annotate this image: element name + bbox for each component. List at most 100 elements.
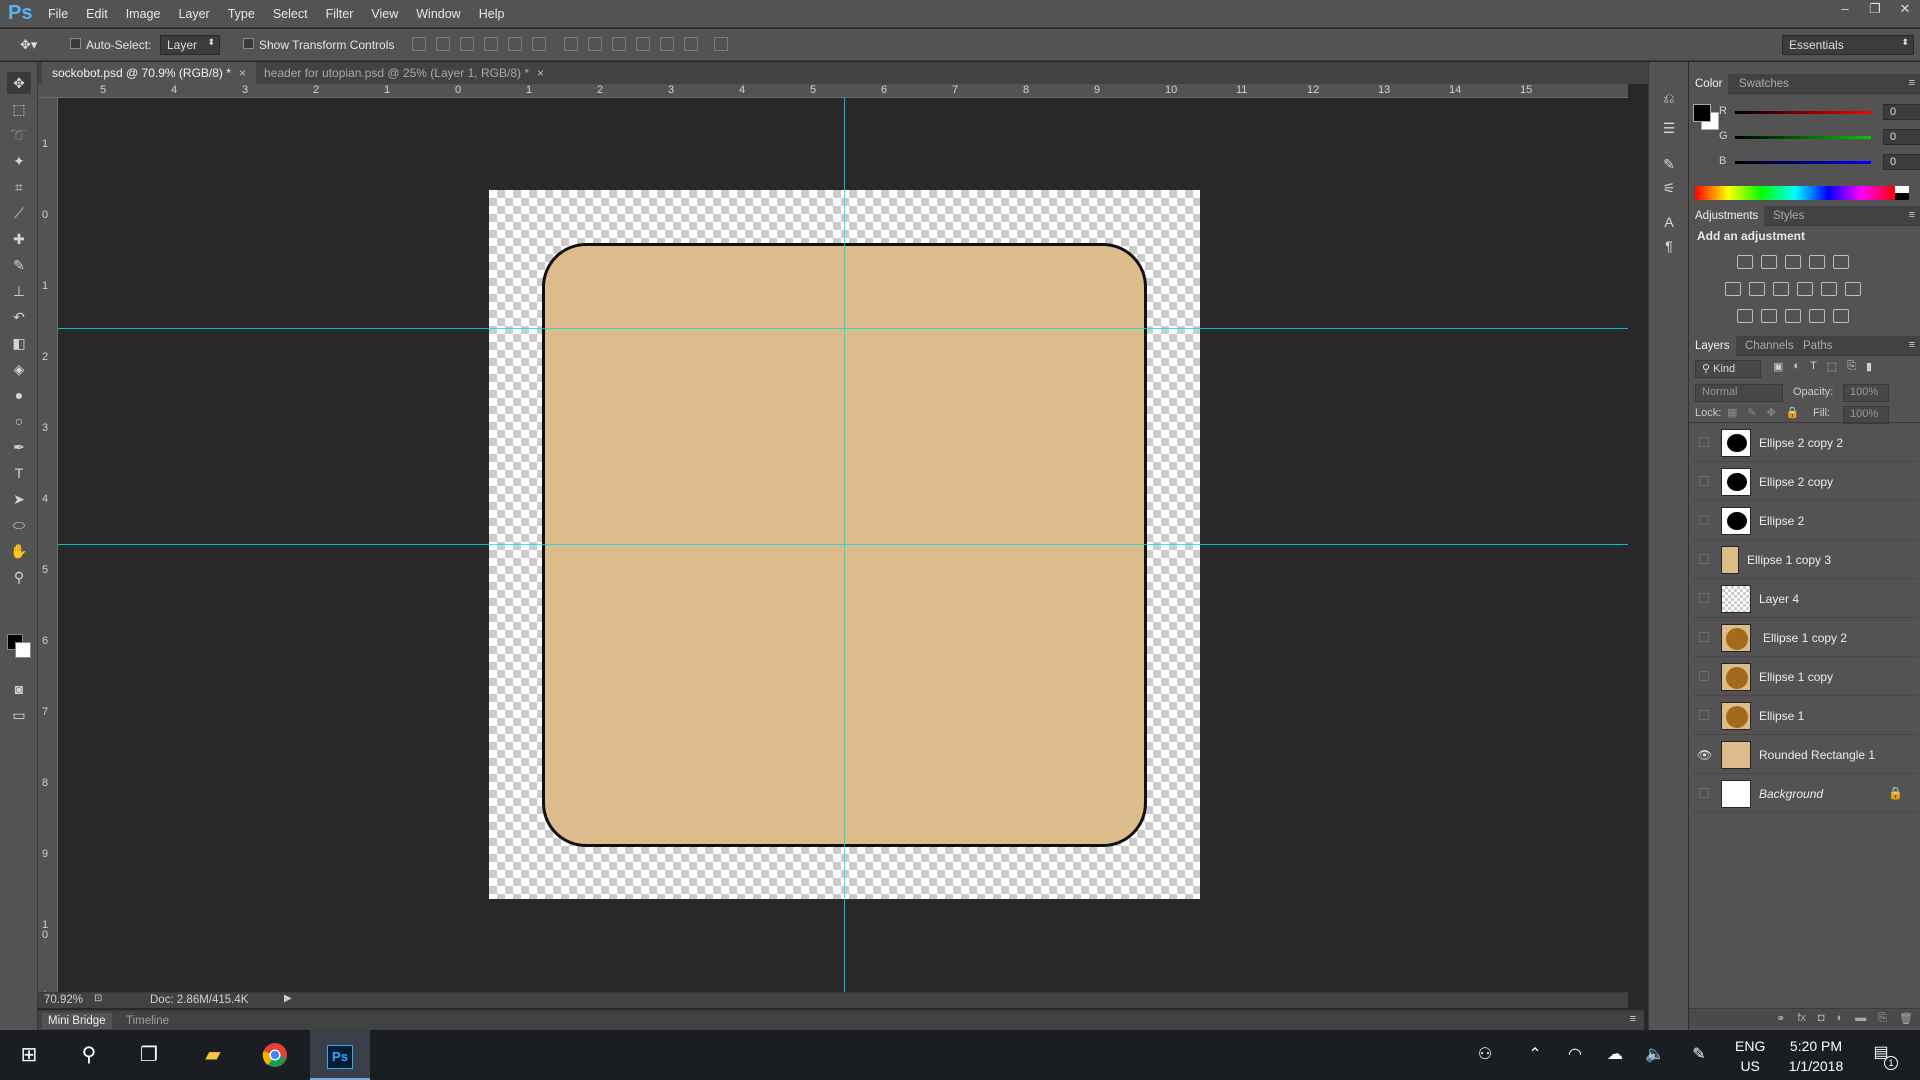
- tab-color[interactable]: Color: [1689, 74, 1729, 94]
- background-color-swatch[interactable]: [15, 642, 31, 658]
- layer-row[interactable]: Ellipse 1 copy 2: [1693, 619, 1917, 657]
- gradient-map-icon[interactable]: [1833, 309, 1849, 323]
- align-right-icon[interactable]: [532, 37, 546, 51]
- layer-row[interactable]: Layer 4: [1693, 580, 1917, 618]
- green-track[interactable]: [1735, 136, 1871, 139]
- ellipse-tool-icon[interactable]: ⬭: [7, 514, 31, 536]
- minimize-button[interactable]: –: [1830, 0, 1860, 18]
- smart-object-filter-icon[interactable]: ⎘: [1847, 360, 1856, 373]
- show-transform-checkbox[interactable]: [243, 38, 254, 52]
- move-tool-icon[interactable]: ✥: [7, 72, 31, 94]
- threshold-icon[interactable]: [1785, 309, 1801, 323]
- distribute-hcenter-icon[interactable]: [660, 37, 674, 51]
- healing-brush-tool-icon[interactable]: ✚: [7, 228, 31, 250]
- menu-type[interactable]: Type: [228, 7, 255, 21]
- align-left-icon[interactable]: [484, 37, 498, 51]
- distribute-vcenter-icon[interactable]: [588, 37, 602, 51]
- visibility-toggle[interactable]: [1699, 632, 1709, 642]
- color-balance-icon[interactable]: [1749, 282, 1765, 296]
- blur-tool-icon[interactable]: ●: [7, 384, 31, 406]
- quick-mask-icon[interactable]: ◙: [7, 678, 31, 700]
- posterize-icon[interactable]: [1761, 309, 1777, 323]
- menu-edit[interactable]: Edit: [86, 7, 108, 21]
- properties-panel-icon[interactable]: ☰: [1659, 118, 1679, 138]
- new-layer-icon[interactable]: ⎘: [1878, 1012, 1887, 1025]
- panel-menu-icon[interactable]: ≡: [1909, 209, 1915, 221]
- distribute-bottom-icon[interactable]: [612, 37, 626, 51]
- distribute-left-icon[interactable]: [636, 37, 650, 51]
- layer-row[interactable]: Ellipse 1: [1693, 697, 1917, 735]
- align-vcenter-icon[interactable]: [436, 37, 450, 51]
- system-clock[interactable]: 5:20 PM 1/1/2018: [1785, 1036, 1847, 1076]
- zoom-tool-icon[interactable]: ⚲: [7, 566, 31, 588]
- volume-icon[interactable]: 🔈: [1644, 1044, 1666, 1066]
- chrome-icon[interactable]: [246, 1030, 304, 1080]
- blend-mode-dropdown[interactable]: Normal: [1695, 384, 1783, 402]
- blue-value-field[interactable]: 0: [1883, 154, 1920, 170]
- menu-image[interactable]: Image: [126, 7, 161, 21]
- lasso-tool-icon[interactable]: ➰: [7, 124, 31, 146]
- layer-row[interactable]: Background 🔒: [1693, 775, 1917, 813]
- pen-workspace-icon[interactable]: ✎: [1688, 1044, 1710, 1066]
- eraser-tool-icon[interactable]: ◧: [7, 332, 31, 354]
- horizontal-guide[interactable]: [58, 544, 1628, 545]
- layer-row[interactable]: Ellipse 1 copy 3: [1693, 541, 1917, 579]
- align-hcenter-icon[interactable]: [508, 37, 522, 51]
- brush-presets-icon[interactable]: ⚟: [1659, 178, 1679, 198]
- pen-tool-icon[interactable]: ✒: [7, 436, 31, 458]
- path-selection-tool-icon[interactable]: ➤: [7, 488, 31, 510]
- menu-window[interactable]: Window: [416, 7, 460, 21]
- horizontal-ruler[interactable]: 6543210123456789101112131415: [38, 84, 1628, 98]
- auto-align-icon[interactable]: [714, 37, 728, 51]
- color-spectrum[interactable]: [1695, 186, 1895, 200]
- eye-icon[interactable]: 👁: [1697, 748, 1712, 762]
- black-white-icon[interactable]: [1773, 282, 1789, 296]
- task-view-icon[interactable]: ❐: [120, 1030, 178, 1080]
- auto-select-checkbox[interactable]: [70, 38, 81, 52]
- panel-menu-icon[interactable]: ≡: [1909, 77, 1915, 89]
- menu-help[interactable]: Help: [479, 7, 505, 21]
- layer-row[interactable]: 👁 Rounded Rectangle 1: [1693, 736, 1917, 774]
- tab-adjustments[interactable]: Adjustments: [1689, 206, 1765, 226]
- layer-row[interactable]: Ellipse 2 copy: [1693, 463, 1917, 501]
- restore-button[interactable]: ❐: [1860, 0, 1890, 18]
- file-explorer-icon[interactable]: ▰: [184, 1030, 242, 1080]
- visibility-toggle[interactable]: [1699, 515, 1709, 525]
- link-layers-icon[interactable]: ⚭: [1776, 1012, 1785, 1025]
- filter-toggle-icon[interactable]: ▮: [1866, 360, 1872, 373]
- levels-icon[interactable]: [1761, 255, 1777, 269]
- zoom-level[interactable]: 70.92%: [44, 994, 83, 1006]
- tab-sockobot[interactable]: sockobot.psd @ 70.9% (RGB/8) * ×: [42, 62, 256, 84]
- align-top-icon[interactable]: [412, 37, 426, 51]
- layer-row[interactable]: Ellipse 2 copy 2: [1693, 424, 1917, 462]
- distribute-top-icon[interactable]: [564, 37, 578, 51]
- visibility-toggle[interactable]: [1699, 476, 1709, 486]
- add-mask-icon[interactable]: ◘: [1818, 1012, 1825, 1025]
- visibility-toggle[interactable]: [1699, 788, 1709, 798]
- lock-pixels-icon[interactable]: ✎: [1747, 406, 1756, 419]
- tab-layers[interactable]: Layers: [1689, 336, 1736, 356]
- new-group-icon[interactable]: ▬: [1855, 1012, 1866, 1025]
- visibility-toggle[interactable]: [1699, 437, 1709, 447]
- menu-select[interactable]: Select: [273, 7, 308, 21]
- channel-mixer-icon[interactable]: [1821, 282, 1837, 296]
- play-arrow-icon[interactable]: ▶: [284, 993, 292, 1004]
- brush-panel-icon[interactable]: ✎: [1659, 154, 1679, 174]
- close-window-button[interactable]: ✕: [1890, 0, 1920, 18]
- hue-saturation-icon[interactable]: [1725, 282, 1741, 296]
- tab-channels[interactable]: Channels: [1739, 336, 1800, 356]
- type-filter-icon[interactable]: T: [1810, 360, 1817, 373]
- wifi-icon[interactable]: ◠: [1564, 1044, 1586, 1066]
- history-panel-icon[interactable]: ⎌: [1659, 88, 1679, 108]
- vertical-ruler[interactable]: 101234567891 01: [38, 98, 58, 994]
- menu-layer[interactable]: Layer: [178, 7, 209, 21]
- marquee-tool-icon[interactable]: ⬚: [7, 98, 31, 120]
- tab-timeline[interactable]: Timeline: [120, 1013, 175, 1029]
- layer-row[interactable]: Ellipse 1 copy: [1693, 658, 1917, 696]
- adjustment-filter-icon[interactable]: ◐: [1793, 360, 1800, 373]
- red-track[interactable]: [1735, 111, 1871, 114]
- layer-row[interactable]: Ellipse 2: [1693, 502, 1917, 540]
- green-slider[interactable]: G 0: [1719, 129, 1920, 149]
- canvas-area[interactable]: [58, 98, 1628, 992]
- menu-view[interactable]: View: [371, 7, 398, 21]
